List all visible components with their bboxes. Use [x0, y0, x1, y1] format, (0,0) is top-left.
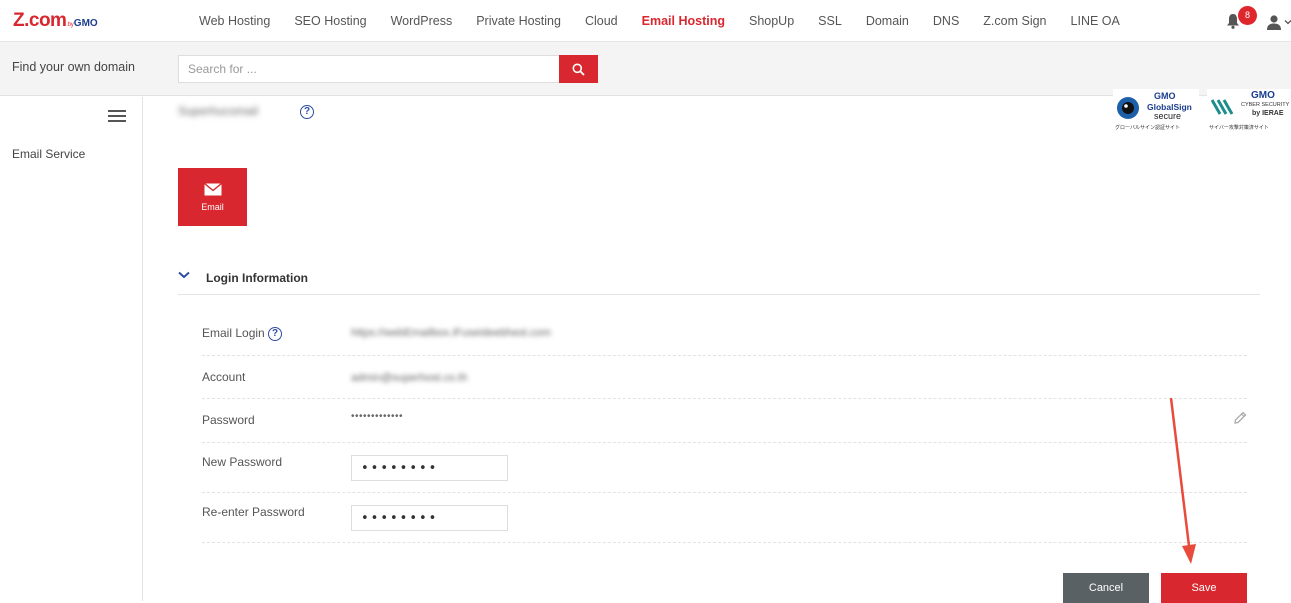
cyber-line1: CYBER SECURITY [1241, 102, 1290, 108]
nav-ssl[interactable]: SSL [806, 14, 854, 28]
domain-search-bar: Find your own domain GMO GlobalSign secu… [0, 42, 1291, 135]
section-title: Login Information [206, 271, 308, 285]
top-navbar: Z.com by GMO Web Hosting SEO Hosting Wor… [0, 0, 1291, 42]
password-label: Password [202, 413, 255, 427]
chevron-down-icon[interactable] [1284, 18, 1291, 26]
notification-badge: 8 [1238, 6, 1257, 25]
main-nav: Web Hosting SEO Hosting WordPress Privat… [187, 0, 1132, 42]
ierae-logo-icon [1211, 99, 1234, 115]
chevron-down-icon [178, 271, 190, 279]
email-tile-label: Email [201, 201, 224, 212]
nav-line-oa[interactable]: LINE OA [1059, 14, 1132, 28]
password-value: ••••••••••••• [351, 411, 404, 422]
hamburger-menu-icon[interactable] [108, 110, 126, 122]
sidebar-item-email-service[interactable]: Email Service [12, 147, 85, 161]
email-service-tile[interactable]: Email [178, 168, 247, 226]
row-divider [202, 355, 1247, 356]
save-button[interactable]: Save [1161, 573, 1247, 603]
globalsign-eye-icon [1117, 97, 1139, 119]
new-password-label: New Password [202, 455, 283, 469]
help-icon[interactable]: ? [300, 105, 314, 119]
cyber-security-trust-badge[interactable]: GMO CYBER SECURITY by IERAE サイバー攻撃対策済サイト [1207, 89, 1291, 135]
email-login-label: Email Login ? [202, 326, 283, 341]
domain-search-input[interactable] [178, 55, 560, 83]
logo-main-text: Z.com [13, 10, 67, 31]
globalsign-brand: GMO [1154, 91, 1176, 101]
logo-gmo-text: GMO [73, 18, 98, 29]
search-icon [572, 63, 585, 76]
nav-web-hosting[interactable]: Web Hosting [187, 14, 282, 28]
globalsign-tiny-text: グローバルサイン認証サイト [1115, 125, 1180, 131]
user-icon[interactable] [1266, 14, 1282, 30]
domain-name: Superhucomail [178, 104, 259, 118]
login-information-section-header[interactable]: Login Information [178, 266, 1260, 295]
cancel-button[interactable]: Cancel [1063, 573, 1149, 603]
zcom-logo[interactable]: Z.com by GMO [13, 11, 98, 30]
sidebar: Email Service [0, 97, 143, 601]
globalsign-line2: secure [1154, 111, 1182, 121]
row-divider [202, 398, 1247, 399]
reenter-password-input[interactable] [351, 505, 508, 531]
nav-private-hosting[interactable]: Private Hosting [464, 14, 573, 28]
nav-domain[interactable]: Domain [854, 14, 921, 28]
account-value: admin@superhost.co.th [351, 372, 468, 384]
reenter-password-label: Re-enter Password [202, 505, 305, 519]
nav-shopup[interactable]: ShopUp [737, 14, 806, 28]
nav-dns[interactable]: DNS [921, 14, 971, 28]
find-domain-label: Find your own domain [12, 60, 135, 74]
nav-cloud[interactable]: Cloud [573, 14, 630, 28]
nav-seo-hosting[interactable]: SEO Hosting [282, 14, 378, 28]
annotation-arrow-icon [1169, 398, 1196, 564]
search-button[interactable] [559, 55, 598, 83]
nav-wordpress[interactable]: WordPress [379, 14, 465, 28]
account-label: Account [202, 370, 246, 384]
nav-email-hosting[interactable]: Email Hosting [630, 14, 737, 28]
cyber-tiny-text: サイバー攻撃対策済サイト [1209, 125, 1269, 131]
pencil-edit-icon[interactable] [1232, 410, 1248, 426]
globalsign-trust-badge[interactable]: GMO GlobalSign secure グローバルサイン認証サイト [1113, 89, 1199, 135]
cyber-brand: GMO [1251, 90, 1275, 101]
row-divider [202, 492, 1247, 493]
envelope-icon [203, 182, 222, 195]
help-icon[interactable]: ? [268, 326, 283, 341]
row-divider [202, 542, 1247, 543]
email-login-url[interactable]: https://webEmailbox.iFuseideebhest.com [351, 327, 551, 339]
new-password-input[interactable] [351, 455, 508, 481]
nav-zcom-sign[interactable]: Z.com Sign [971, 14, 1058, 28]
row-divider [202, 442, 1247, 443]
cyber-line2: by IERAE [1252, 110, 1284, 117]
